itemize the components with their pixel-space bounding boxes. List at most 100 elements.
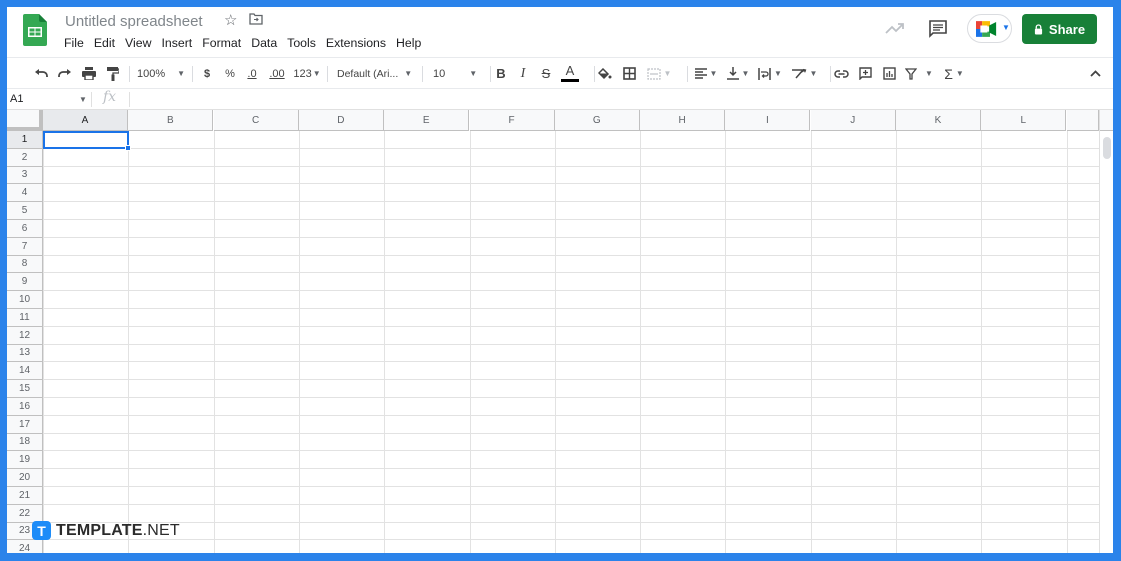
- menu-view[interactable]: View: [121, 36, 155, 50]
- move-folder-icon[interactable]: [249, 13, 263, 25]
- format-percent-button[interactable]: %: [223, 58, 237, 89]
- select-all-corner[interactable]: [7, 110, 43, 131]
- column-header-b[interactable]: B: [128, 110, 214, 131]
- row-header-20[interactable]: 20: [7, 469, 43, 487]
- chevron-down-icon: ▼: [955, 69, 964, 78]
- scrollbar-thumb[interactable]: [1103, 137, 1111, 159]
- row-header-7[interactable]: 7: [7, 237, 43, 256]
- row-header-8[interactable]: 8: [7, 255, 43, 274]
- row-header-3[interactable]: 3: [7, 166, 43, 185]
- menu-insert[interactable]: Insert: [157, 36, 196, 50]
- text-wrap-button[interactable]: ▼: [757, 58, 783, 89]
- row-header-17[interactable]: 17: [7, 415, 43, 434]
- column-header-k[interactable]: K: [896, 110, 981, 131]
- menu-data[interactable]: Data: [247, 36, 281, 50]
- row-header-16[interactable]: 16: [7, 398, 43, 416]
- chevron-down-icon[interactable]: ▼: [79, 95, 87, 104]
- zoom-value: 100%: [136, 67, 166, 80]
- row-header-21[interactable]: 21: [7, 487, 43, 505]
- row-header-5[interactable]: 5: [7, 202, 43, 220]
- paint-format-button[interactable]: [103, 58, 123, 89]
- column-header-g[interactable]: G: [554, 110, 640, 131]
- bold-button[interactable]: B: [493, 58, 509, 89]
- row-header-15[interactable]: 15: [7, 380, 43, 398]
- font-size-select[interactable]: 10 ▼: [433, 58, 483, 89]
- text-rotation-button[interactable]: ▼: [789, 58, 819, 89]
- column-header-i[interactable]: I: [725, 110, 811, 131]
- insert-link-button[interactable]: [831, 58, 851, 89]
- row-header-14[interactable]: 14: [7, 362, 43, 381]
- increase-decimal-button[interactable]: .00: [266, 58, 288, 89]
- grid-row-line: [43, 432, 1099, 434]
- spreadsheet-grid[interactable]: A B C D E F G H I J K L 1 2 3 4 5 6 7 8 9 10 11 12 13 14 15 16 17 18 1…: [7, 110, 1113, 553]
- column-header-j[interactable]: J: [810, 110, 896, 131]
- fill-handle[interactable]: [125, 145, 131, 151]
- row-header-19[interactable]: 19: [7, 451, 43, 470]
- text-color-button[interactable]: A: [560, 58, 580, 89]
- row-header-13[interactable]: 13: [7, 344, 43, 363]
- column-header-c[interactable]: C: [213, 110, 299, 131]
- row-header-1[interactable]: 1: [7, 131, 43, 149]
- column-header-a[interactable]: A: [43, 110, 128, 131]
- menu-extensions[interactable]: Extensions: [322, 36, 390, 50]
- vertical-scrollbar[interactable]: [1099, 110, 1113, 553]
- horizontal-align-button[interactable]: ▼: [693, 58, 719, 89]
- column-header-d[interactable]: D: [298, 110, 384, 131]
- collapse-toolbar-button[interactable]: [1085, 58, 1105, 89]
- insert-comment-button[interactable]: [855, 58, 875, 89]
- filter-button[interactable]: ▼: [904, 58, 934, 89]
- menu-file[interactable]: File: [64, 36, 88, 50]
- column-header-l[interactable]: L: [981, 110, 1067, 131]
- formula-input[interactable]: [133, 91, 1093, 108]
- row-header-2[interactable]: 2: [7, 148, 43, 167]
- font-family-select[interactable]: Default (Ari... ▼: [337, 58, 417, 89]
- row-header-9[interactable]: 9: [7, 273, 43, 292]
- menu-tools[interactable]: Tools: [283, 36, 320, 50]
- menu-format[interactable]: Format: [198, 36, 245, 50]
- undo-button[interactable]: [31, 58, 51, 89]
- vertical-align-button[interactable]: ▼: [725, 58, 751, 89]
- functions-button[interactable]: Σ ▼: [940, 58, 968, 89]
- share-button[interactable]: Share: [1022, 14, 1097, 44]
- row-header-6[interactable]: 6: [7, 220, 43, 238]
- toolbar-divider: [192, 66, 193, 82]
- grid-column-line: [128, 131, 130, 553]
- menu-edit[interactable]: Edit: [90, 36, 119, 50]
- undo-icon: [35, 68, 48, 77]
- column-header-f[interactable]: F: [469, 110, 555, 131]
- selected-cell[interactable]: [43, 131, 129, 149]
- zoom-select[interactable]: 100% ▼: [135, 58, 187, 89]
- name-box[interactable]: A1: [10, 93, 23, 105]
- merge-cells-button[interactable]: ▼: [644, 58, 674, 89]
- strikethrough-button[interactable]: S: [538, 58, 554, 89]
- row-header-4[interactable]: 4: [7, 184, 43, 203]
- redo-button[interactable]: [55, 58, 75, 89]
- more-formats-label: 123: [293, 67, 312, 80]
- star-icon[interactable]: ☆: [224, 11, 237, 29]
- meet-button[interactable]: ▼: [967, 14, 1012, 43]
- row-header-11[interactable]: 11: [7, 309, 43, 327]
- comment-history-icon[interactable]: [929, 20, 947, 38]
- column-header-m[interactable]: [1066, 110, 1099, 131]
- insert-chart-button[interactable]: [879, 58, 899, 89]
- menu-help[interactable]: Help: [392, 36, 425, 50]
- more-formats-button[interactable]: 123 ▼: [292, 58, 322, 89]
- column-header-e[interactable]: E: [384, 110, 470, 131]
- merge-cells-icon: [646, 67, 661, 80]
- decrease-decimal-button[interactable]: .0: [243, 58, 261, 89]
- row-header-10[interactable]: 10: [7, 291, 43, 309]
- italic-button[interactable]: I: [515, 58, 531, 89]
- sheets-logo-icon[interactable]: [23, 14, 47, 46]
- toolbar-divider: [422, 66, 423, 82]
- format-currency-button[interactable]: $: [199, 58, 215, 89]
- activity-trend-icon[interactable]: [885, 21, 905, 35]
- fill-color-button[interactable]: [595, 58, 615, 89]
- row-header-18[interactable]: 18: [7, 433, 43, 452]
- row-header-24[interactable]: 24: [7, 540, 43, 553]
- column-header-h[interactable]: H: [640, 110, 726, 131]
- borders-button[interactable]: [619, 58, 639, 89]
- print-button[interactable]: [79, 58, 99, 89]
- row-header-22[interactable]: 22: [7, 504, 43, 523]
- document-title[interactable]: Untitled spreadsheet: [65, 13, 203, 30]
- row-header-12[interactable]: 12: [7, 326, 43, 345]
